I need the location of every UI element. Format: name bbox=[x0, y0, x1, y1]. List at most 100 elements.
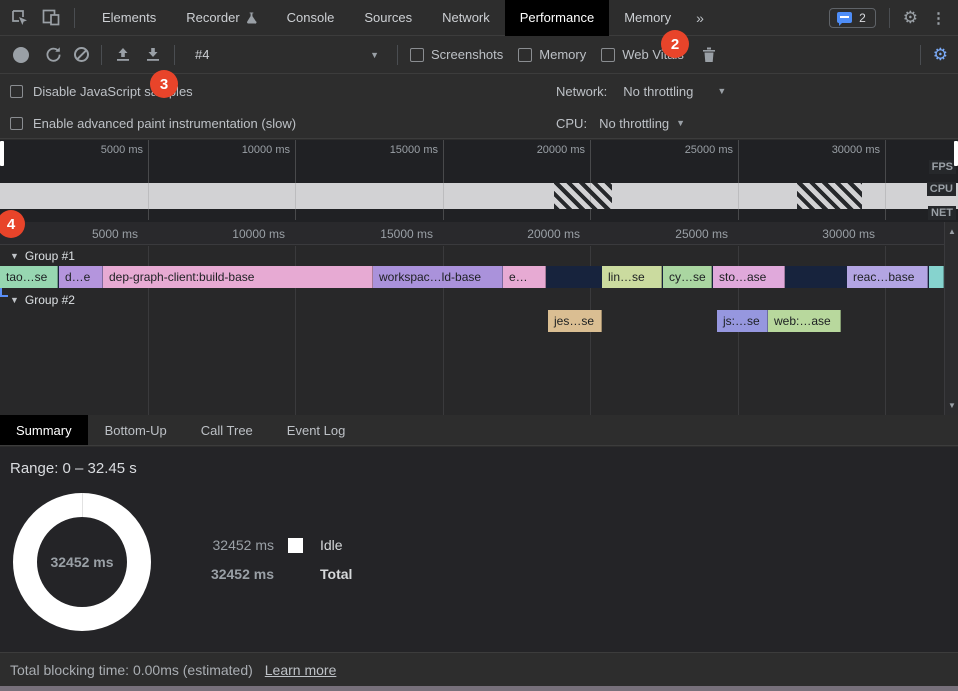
network-throttling-label: Network: bbox=[556, 84, 607, 99]
settings-gear-icon[interactable]: ⚙ bbox=[903, 9, 918, 26]
footer-bar: Total blocking time: 0.00ms (estimated) … bbox=[0, 652, 958, 686]
timeline-event-bar[interactable]: jes…se bbox=[548, 310, 602, 332]
divider bbox=[397, 45, 398, 65]
legend-label: Total bbox=[320, 566, 352, 582]
tab-elements[interactable]: Elements bbox=[87, 0, 171, 36]
cpu-busy-region bbox=[797, 183, 862, 209]
record-button[interactable] bbox=[13, 47, 29, 63]
timeline-event-bar[interactable]: d…e bbox=[59, 266, 103, 288]
summary-legend: 32452 msIdle32452 msTotal bbox=[208, 537, 352, 582]
disable-js-samples-row: Disable JavaScript samples Network: No t… bbox=[0, 75, 958, 107]
timeline-event-bar[interactable] bbox=[929, 266, 944, 288]
tab-recorder[interactable]: Recorder bbox=[171, 0, 271, 36]
legend-value: 32452 ms bbox=[208, 566, 274, 582]
timeline-event-bar[interactable]: e… bbox=[503, 266, 546, 288]
more-options-icon[interactable]: ⋮ bbox=[931, 9, 946, 27]
dropdown-caret-icon: ▼ bbox=[717, 86, 726, 96]
timeline-tick-label: 10000 ms bbox=[205, 227, 285, 241]
checkbox-icon[interactable] bbox=[518, 48, 532, 62]
tab-sources[interactable]: Sources bbox=[349, 0, 427, 36]
timeline-event-bar[interactable]: sto…ase bbox=[713, 266, 785, 288]
overview-gridline bbox=[885, 140, 886, 220]
donut-seam bbox=[82, 493, 83, 517]
total-blocking-time-text: Total blocking time: 0.00ms (estimated) bbox=[10, 662, 253, 678]
toolbar-checkbox-screenshots[interactable]: Screenshots bbox=[410, 47, 503, 62]
fps-lane-label: FPS bbox=[929, 160, 956, 174]
timeline-event-bar[interactable]: reac…base bbox=[847, 266, 928, 288]
checkbox-label: Memory bbox=[539, 47, 586, 62]
timeline-event-bar[interactable]: dep-graph-client:build-base bbox=[103, 266, 373, 288]
donut-total-label: 32452 ms bbox=[37, 517, 127, 607]
range-label: Range: 0 – 32.45 s bbox=[10, 460, 137, 477]
timeline-event-bar[interactable]: tao…se bbox=[0, 266, 58, 288]
overview-gridline bbox=[148, 140, 149, 220]
timeline-overview[interactable]: FPS CPU NET 5000 ms10000 ms15000 ms20000… bbox=[0, 140, 958, 222]
issues-count: 2 bbox=[859, 11, 866, 25]
timeline-event-bar[interactable]: web:…ase bbox=[768, 310, 841, 332]
load-profile-icon[interactable] bbox=[114, 46, 132, 64]
overview-tick-label: 20000 ms bbox=[515, 144, 585, 156]
group-header-group-1[interactable]: ▼ Group #1 bbox=[10, 247, 75, 265]
tab-summary[interactable]: Summary bbox=[0, 415, 88, 445]
checkbox-icon[interactable] bbox=[410, 48, 424, 62]
legend-label: Idle bbox=[320, 537, 352, 553]
reload-and-record-icon[interactable] bbox=[44, 46, 62, 64]
scroll-up-icon[interactable]: ▲ bbox=[945, 227, 958, 236]
cpu-throttling-label: CPU: bbox=[556, 116, 587, 131]
collapse-triangle-icon: ▼ bbox=[10, 251, 19, 261]
net-lane-label: NET bbox=[928, 206, 956, 220]
issues-counter[interactable]: 2 bbox=[829, 8, 876, 28]
overview-gridline bbox=[443, 140, 444, 220]
timeline-event-bar[interactable]: lin…se bbox=[602, 266, 662, 288]
cpu-throttling-control[interactable]: CPU: No throttling ▼ bbox=[556, 107, 685, 139]
save-profile-icon[interactable] bbox=[144, 46, 162, 64]
desktop-strip bbox=[0, 686, 958, 691]
flame-chart[interactable]: 5000 ms10000 ms15000 ms20000 ms25000 ms3… bbox=[0, 222, 958, 415]
timeline-tick-label: 25000 ms bbox=[648, 227, 728, 241]
timeline-event-bar[interactable]: js:…se bbox=[717, 310, 768, 332]
overview-tick-label: 30000 ms bbox=[810, 144, 880, 156]
overview-gridline bbox=[738, 140, 739, 220]
tab-network[interactable]: Network bbox=[427, 0, 505, 36]
group-label: Group #1 bbox=[25, 249, 75, 263]
overview-right-handle[interactable] bbox=[954, 141, 958, 166]
tab-console[interactable]: Console bbox=[272, 0, 350, 36]
overview-tick-label: 25000 ms bbox=[663, 144, 733, 156]
group-header-group-2[interactable]: ▼Group #2 bbox=[10, 291, 75, 309]
tab-call-tree[interactable]: Call Tree bbox=[184, 415, 270, 445]
tab-event-log[interactable]: Event Log bbox=[270, 415, 363, 445]
advanced-paint-label: Enable advanced paint instrumentation (s… bbox=[33, 116, 296, 131]
cpu-throttling-value: No throttling bbox=[599, 116, 669, 131]
trash-icon[interactable] bbox=[700, 46, 718, 64]
timeline-event-bar[interactable]: cy…se bbox=[663, 266, 712, 288]
summary-donut-chart: 32452 ms bbox=[13, 493, 151, 631]
collapse-triangle-icon: ▼ bbox=[10, 295, 19, 305]
disable-js-samples-checkbox[interactable] bbox=[10, 85, 23, 98]
inspect-element-icon[interactable] bbox=[10, 9, 28, 27]
tab-bottom-up[interactable]: Bottom-Up bbox=[88, 415, 184, 445]
checkbox-icon[interactable] bbox=[601, 48, 615, 62]
toolbar-checkbox-memory[interactable]: Memory bbox=[518, 47, 586, 62]
divider bbox=[920, 45, 921, 65]
learn-more-link[interactable]: Learn more bbox=[265, 662, 337, 678]
recording-selector[interactable]: #4 ▼ bbox=[187, 47, 385, 62]
flask-icon bbox=[246, 12, 257, 24]
timeline-tick-label: 5000 ms bbox=[58, 227, 138, 241]
divider bbox=[74, 8, 75, 28]
overview-gridline bbox=[295, 140, 296, 220]
tab-performance[interactable]: Performance bbox=[505, 0, 609, 36]
capture-settings-gear-icon[interactable]: ⚙ bbox=[933, 46, 948, 63]
vertical-scrollbar[interactable]: ▲ ▼ bbox=[944, 222, 958, 415]
legend-swatch bbox=[288, 538, 303, 553]
timeline-event-bar[interactable]: workspac…ld-base bbox=[373, 266, 503, 288]
advanced-paint-checkbox[interactable] bbox=[10, 117, 23, 130]
more-tabs-icon[interactable]: » bbox=[686, 10, 713, 26]
overview-left-handle[interactable] bbox=[0, 141, 4, 166]
capture-settings: Disable JavaScript samples Network: No t… bbox=[0, 75, 958, 139]
clear-recordings-icon[interactable] bbox=[74, 47, 89, 62]
scroll-down-icon[interactable]: ▼ bbox=[945, 401, 958, 410]
timeline-ruler: 5000 ms10000 ms15000 ms20000 ms25000 ms3… bbox=[0, 222, 958, 245]
device-toolbar-icon[interactable] bbox=[42, 9, 60, 27]
network-throttling-control[interactable]: Network: No throttling ▼ bbox=[556, 75, 726, 107]
checkbox-label: Screenshots bbox=[431, 47, 503, 62]
